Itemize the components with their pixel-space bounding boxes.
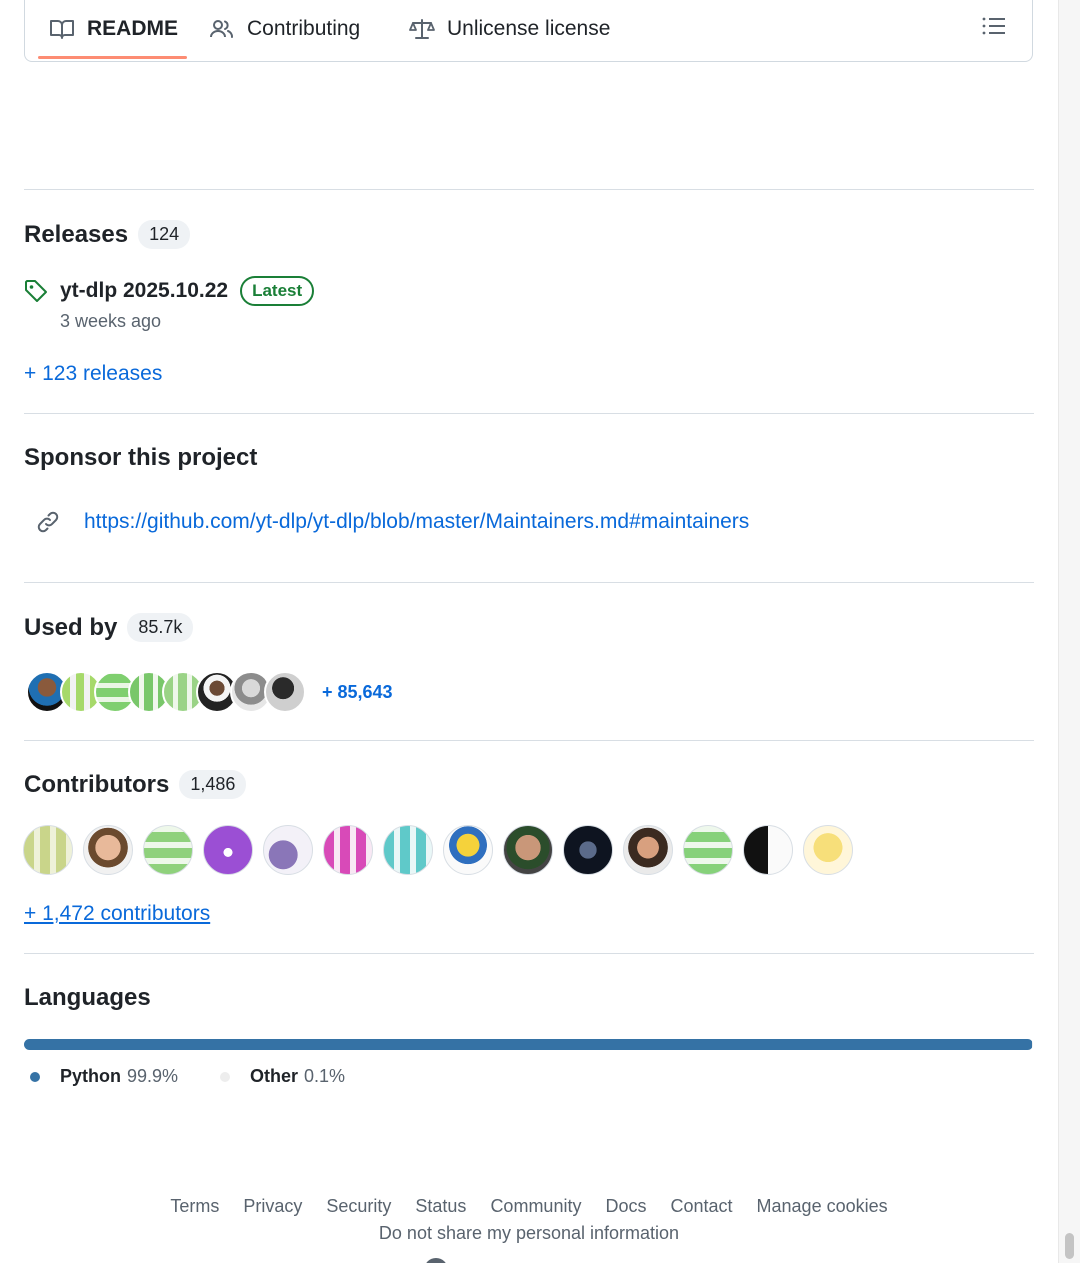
languages-bar	[24, 1039, 1033, 1050]
page-scrollbar[interactable]	[1058, 0, 1080, 1263]
lang-legend-python[interactable]: Python 99.9%	[30, 1066, 178, 1087]
sponsor-link-row[interactable]: https://github.com/yt-dlp/yt-dlp/blob/ma…	[36, 510, 749, 534]
tab-license[interactable]: Unlicense license	[409, 0, 610, 62]
python-color-dot	[30, 1071, 40, 1082]
table-of-contents-button[interactable]	[982, 16, 1006, 41]
contributor-avatar[interactable]	[563, 825, 613, 875]
footer-link-terms[interactable]: Terms	[170, 1196, 219, 1217]
contributor-avatar[interactable]	[503, 825, 553, 875]
footer-link-privacy[interactable]: Privacy	[243, 1196, 302, 1217]
footer-do-not-share-link[interactable]: Do not share my personal information	[0, 1223, 1058, 1244]
contributor-avatar[interactable]	[143, 825, 193, 875]
other-color-dot	[220, 1071, 230, 1082]
used-by-heading[interactable]: Used by 85.7k	[24, 613, 194, 642]
release-name: yt-dlp 2025.10.22	[60, 279, 229, 302]
contributor-avatar[interactable]	[443, 825, 493, 875]
footer-link-community[interactable]: Community	[490, 1196, 581, 1217]
lang-percent: 0.1%	[304, 1066, 346, 1086]
contributor-avatar[interactable]	[23, 825, 73, 875]
contributors-avatars	[23, 825, 863, 875]
footer-link-security[interactable]: Security	[326, 1196, 391, 1217]
contributor-avatar[interactable]	[743, 825, 793, 875]
contributor-avatar[interactable]	[83, 825, 133, 875]
contributor-avatar[interactable]	[323, 825, 373, 875]
tab-readme[interactable]: README	[49, 0, 178, 62]
section-divider	[24, 953, 1034, 954]
readme-tabbar: README Contributing Unlicense license	[24, 0, 1033, 62]
tab-license-label: Unlicense license	[447, 17, 611, 40]
lang-segment-other	[1031, 1039, 1033, 1050]
contributor-avatar[interactable]	[683, 825, 733, 875]
footer-link-docs[interactable]: Docs	[605, 1196, 646, 1217]
releases-heading[interactable]: Releases 124	[24, 220, 191, 249]
latest-badge: Latest	[240, 276, 315, 306]
used-by-count: 85.7k	[127, 613, 194, 642]
section-divider	[24, 413, 1034, 414]
lang-name: Other	[250, 1066, 299, 1086]
more-contributors-link[interactable]: + 1,472 contributors	[24, 902, 210, 926]
release-time: 3 weeks ago	[60, 311, 162, 331]
contributor-avatar[interactable]	[203, 825, 253, 875]
active-tab-indicator	[38, 56, 187, 59]
contributor-avatar[interactable]	[803, 825, 853, 875]
languages-title: Languages	[24, 984, 151, 1011]
sponsor-heading: Sponsor this project	[24, 444, 257, 472]
tab-contributing-label: Contributing	[247, 17, 361, 40]
contributors-count: 1,486	[179, 770, 247, 799]
people-icon	[210, 20, 233, 38]
lang-percent: 99.9%	[127, 1066, 179, 1086]
book-icon	[50, 20, 74, 39]
lang-legend-other: Other 0.1%	[220, 1066, 345, 1087]
more-releases-link[interactable]: + 123 releases	[24, 362, 162, 386]
contributor-avatar[interactable]	[623, 825, 673, 875]
section-divider	[24, 582, 1034, 583]
avatar	[264, 671, 306, 713]
list-unordered-icon	[982, 17, 1005, 35]
contributor-avatar[interactable]	[263, 825, 313, 875]
releases-title: Releases	[24, 220, 129, 248]
used-by-title: Used by	[24, 613, 118, 641]
used-by-more-link[interactable]: + 85,643	[322, 682, 393, 703]
footer-link-contact[interactable]: Contact	[670, 1196, 732, 1217]
releases-count: 124	[138, 220, 191, 249]
github-logo-icon[interactable]	[424, 1258, 448, 1263]
tag-icon	[25, 280, 47, 302]
tab-contributing[interactable]: Contributing	[209, 0, 360, 62]
footer-link-status[interactable]: Status	[415, 1196, 466, 1217]
scrollbar-thumb[interactable]	[1065, 1233, 1074, 1259]
lang-segment-python	[24, 1039, 1032, 1050]
languages-heading: Languages	[24, 984, 151, 1012]
link-icon	[37, 511, 59, 533]
sponsor-title: Sponsor this project	[24, 444, 258, 471]
contributor-avatar[interactable]	[383, 825, 433, 875]
sponsor-url-link[interactable]: https://github.com/yt-dlp/yt-dlp/blob/ma…	[84, 510, 749, 534]
footer-link-manage-cookies[interactable]: Manage cookies	[757, 1196, 888, 1217]
contributors-heading[interactable]: Contributors 1,486	[24, 770, 247, 799]
latest-release[interactable]: yt-dlp 2025.10.22 Latest	[24, 276, 315, 306]
section-divider	[24, 189, 1034, 190]
contributors-title: Contributors	[24, 770, 170, 798]
section-divider	[24, 740, 1034, 741]
tab-readme-label: README	[87, 17, 179, 40]
lang-name: Python	[60, 1066, 121, 1086]
footer-links: Terms Privacy Security Status Community …	[0, 1196, 1058, 1217]
law-icon	[409, 19, 435, 39]
used-by-avatars[interactable]: + 85,643	[26, 671, 393, 713]
